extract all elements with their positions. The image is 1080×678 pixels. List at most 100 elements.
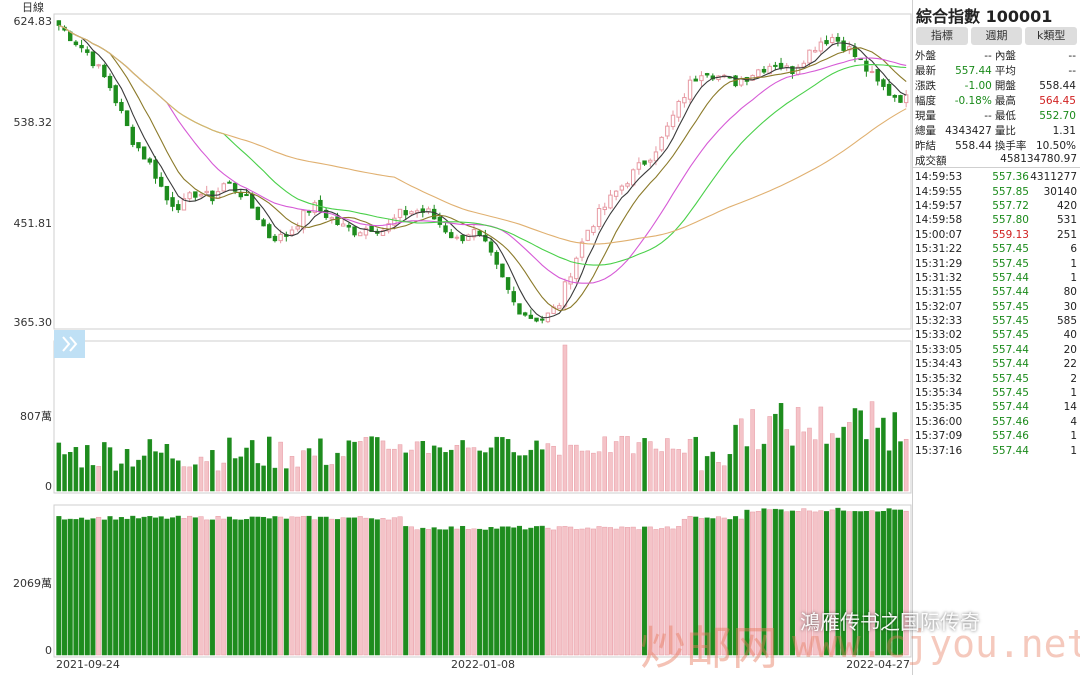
quote-label: 昨結 (915, 140, 936, 152)
volume-bar (727, 454, 733, 492)
tick-volume: 1 (1070, 387, 1077, 400)
volume-bar (409, 449, 414, 492)
kline-chart[interactable]: 日線 624.83 538.32 451.81 365.30 807萬 0 20… (0, 0, 912, 675)
quote-label: 最新 (915, 65, 936, 77)
volume-bar (375, 437, 380, 492)
volume-bar (767, 416, 772, 492)
volume-bar (130, 466, 136, 492)
volume-bar (807, 427, 812, 492)
candle-body (227, 181, 232, 184)
amount-bar (56, 516, 62, 656)
volume-bar (107, 447, 113, 492)
volume-bar (528, 449, 534, 492)
date-label-mid: 2022-01-08 (451, 658, 515, 671)
tick-price: 557.44 (992, 401, 1029, 414)
amount-bar (573, 529, 579, 656)
volume-bar (79, 467, 84, 492)
period-button[interactable]: 週期 (970, 27, 1023, 45)
kline-type-button[interactable]: k類型 (1025, 27, 1078, 45)
amount-bar (107, 516, 113, 656)
amount-bar (73, 519, 79, 656)
volume-bar (306, 448, 312, 492)
amount-bar (84, 519, 90, 656)
amount-bar (170, 517, 176, 656)
volume-bar (289, 456, 295, 492)
amount-bar (62, 519, 68, 656)
candle-body (670, 114, 676, 128)
volume-bar (244, 447, 249, 492)
tick-time: 15:35:32 (915, 372, 963, 385)
candle-body (522, 312, 528, 316)
tick-volume: 80 (1063, 286, 1077, 299)
candle-body (136, 142, 141, 149)
quote-label: 現量 (915, 110, 936, 122)
volume-bar (67, 452, 73, 492)
turnover-amount-row: 成交額 458134780.97 (913, 153, 1080, 168)
amount-bar (96, 516, 102, 656)
volume-bar (267, 436, 272, 492)
tick-time: 15:37:16 (915, 444, 963, 457)
amount-bar (317, 516, 323, 656)
volume-bar (864, 439, 869, 492)
candle-body (164, 185, 170, 201)
tick-time: 15:31:29 (915, 257, 963, 270)
volume-bar (625, 436, 630, 492)
amount-axis-label-2: 0 (45, 644, 52, 657)
volume-bar (778, 403, 784, 492)
candle-body (648, 159, 653, 163)
tick-volume: 420 (1056, 199, 1077, 212)
tick-time: 15:31:55 (915, 286, 963, 299)
amount-bar (175, 515, 181, 656)
volume-bar (852, 408, 858, 492)
amount-bar (357, 516, 363, 656)
tick-volume: 22 (1063, 358, 1077, 371)
amount-bar (255, 516, 261, 656)
amount-bar (346, 517, 352, 656)
candle-body (107, 75, 113, 89)
amount-bar (90, 518, 96, 656)
indicator-button[interactable]: 指標 (916, 27, 968, 45)
amount-bar (192, 517, 198, 656)
candle-body (812, 49, 818, 53)
volume-bar (56, 442, 62, 492)
tick-row: 15:00:07 559.13 251 (913, 228, 1080, 242)
amount-bar (431, 527, 437, 656)
volume-bar (471, 447, 477, 492)
candle-body (267, 224, 272, 239)
amount-bar (158, 516, 164, 656)
amount-bar (386, 519, 392, 656)
volume-bar (284, 468, 289, 492)
expand-panel-button[interactable] (54, 330, 85, 358)
candle-body (869, 71, 875, 74)
candle-body (90, 51, 96, 67)
tick-volume: 2 (1070, 372, 1077, 385)
watermark-site-cn: 炒邮网 (640, 621, 778, 675)
tick-volume: 40 (1063, 329, 1077, 342)
quote-label: 平均 (994, 65, 1016, 77)
volume-bar (454, 445, 460, 492)
candle-body (306, 210, 312, 213)
candle-body (329, 217, 335, 220)
candle-body (289, 229, 295, 236)
tick-time: 15:31:22 (915, 243, 963, 256)
amount-bar (465, 529, 471, 656)
tick-price: 557.45 (992, 243, 1029, 256)
candle-body (477, 230, 482, 236)
candle-body (488, 241, 494, 253)
amount-bar (460, 525, 466, 656)
candle-body (403, 210, 408, 216)
volume-bar (164, 444, 170, 492)
candle-body (96, 64, 101, 67)
volume-bar (392, 448, 397, 492)
candle-body (659, 136, 664, 151)
volume-bar (346, 440, 352, 492)
quote-row: 外盤 -- 內盤 -- (915, 48, 1079, 63)
volume-bar (397, 444, 403, 492)
amount-bar (562, 526, 568, 656)
tick-price: 557.80 (992, 214, 1029, 227)
volume-bar (761, 443, 767, 492)
amount-bar (613, 528, 619, 656)
candle-body (693, 78, 698, 82)
tick-list[interactable]: 14:59:53 557.36 4311277 14:59:55 557.85 30140… (913, 170, 1080, 458)
volume-bar (659, 451, 664, 492)
